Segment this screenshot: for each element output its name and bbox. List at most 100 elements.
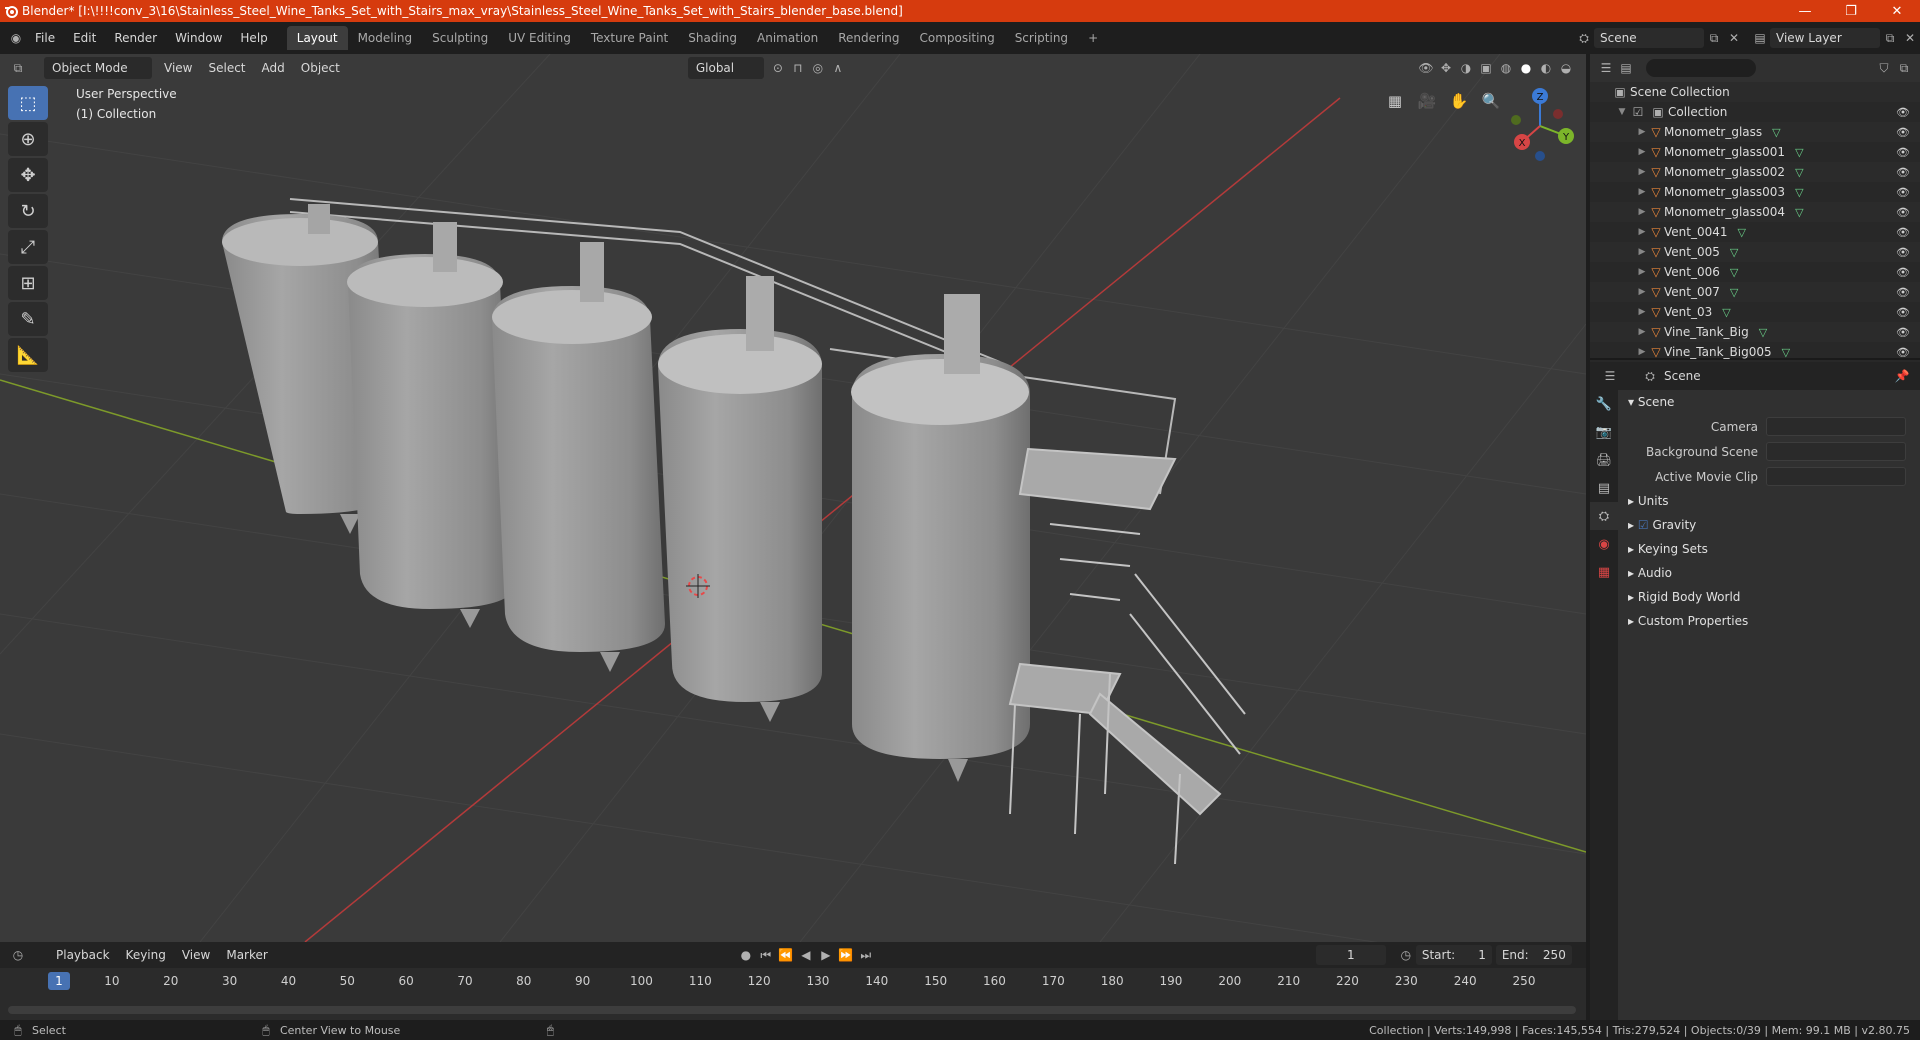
world-tab-icon[interactable]: ◉ <box>1590 530 1618 558</box>
scene-tab-icon[interactable]: ⛭ <box>1590 502 1618 530</box>
preview-range-icon[interactable]: ◷ <box>1396 945 1416 965</box>
outliner-object-row[interactable]: ▶ ▽ Vent_03 ▽ 👁 <box>1590 302 1920 322</box>
annotate-tool-icon[interactable]: ✎ <box>8 302 48 336</box>
select-box-tool-icon[interactable]: ⬚ <box>8 86 48 120</box>
end-frame-field[interactable]: End: 250 <box>1495 945 1572 965</box>
background-scene-field[interactable] <box>1766 442 1906 461</box>
eye-icon[interactable]: 👁 <box>1896 226 1910 239</box>
wireframe-shading-icon[interactable]: ◍ <box>1496 58 1516 78</box>
transform-tool-icon[interactable]: ⊞ <box>8 266 48 300</box>
falloff-icon[interactable]: ∧ <box>828 58 848 78</box>
movie-clip-field[interactable] <box>1766 467 1906 486</box>
pivot-icon[interactable]: ⊙ <box>768 58 788 78</box>
add-workspace-button[interactable]: + <box>1078 26 1108 50</box>
proportional-edit-icon[interactable]: ◎ <box>808 58 828 78</box>
timeline-editor-icon[interactable]: ◷ <box>8 945 28 965</box>
tab-uv-editing[interactable]: UV Editing <box>498 26 581 50</box>
prev-keyframe-icon[interactable]: ⏪ <box>776 945 796 965</box>
navigation-gizmo[interactable]: Z Y X <box>1500 86 1580 166</box>
texture-tab-icon[interactable]: ▦ <box>1590 558 1618 586</box>
move-tool-icon[interactable]: ✥ <box>8 158 48 192</box>
eye-icon[interactable]: 👁 <box>1896 346 1910 359</box>
viewport-menu-add[interactable]: Add <box>254 57 293 79</box>
rotate-tool-icon[interactable]: ↻ <box>8 194 48 228</box>
tab-compositing[interactable]: Compositing <box>909 26 1004 50</box>
menu-window[interactable]: Window <box>166 26 231 50</box>
outliner-object-row[interactable]: ▶ ▽ Vent_005 ▽ 👁 <box>1590 242 1920 262</box>
rigid-body-world-panel[interactable]: ▸ Rigid Body World <box>1618 585 1920 609</box>
blender-menu-icon[interactable]: ◉ <box>6 28 26 48</box>
custom-properties-panel[interactable]: ▸ Custom Properties <box>1618 609 1920 633</box>
xray-icon[interactable]: ▣ <box>1476 58 1496 78</box>
tab-animation[interactable]: Animation <box>747 26 828 50</box>
outliner-object-row[interactable]: ▶ ▽ Monometr_glass002 ▽ 👁 <box>1590 162 1920 182</box>
eye-icon[interactable]: 👁 <box>1896 306 1910 319</box>
eye-icon[interactable]: 👁 <box>1896 166 1910 179</box>
viewport-menu-select[interactable]: Select <box>200 57 253 79</box>
menu-render[interactable]: Render <box>105 26 166 50</box>
tab-texture-paint[interactable]: Texture Paint <box>581 26 678 50</box>
collection-checkbox-icon[interactable]: ☑ <box>1628 102 1648 122</box>
record-icon[interactable]: ● <box>736 945 756 965</box>
tab-rendering[interactable]: Rendering <box>828 26 909 50</box>
audio-panel[interactable]: ▸ Audio <box>1618 561 1920 585</box>
scale-tool-icon[interactable]: ⤢ <box>8 230 48 264</box>
scene-collection-row[interactable]: ▣ Scene Collection <box>1590 82 1920 102</box>
pan-view-icon[interactable]: ✋ <box>1446 88 1472 114</box>
outliner-object-row[interactable]: ▶ ▽ Vent_006 ▽ 👁 <box>1590 262 1920 282</box>
viewport-menu-view[interactable]: View <box>156 57 200 79</box>
outliner-object-row[interactable]: ▶ ▽ Vent_0041 ▽ 👁 <box>1590 222 1920 242</box>
pin-icon[interactable]: 📌 <box>1892 366 1912 386</box>
scene-selector[interactable]: Scene <box>1594 28 1704 48</box>
timeline-menu-view[interactable]: View <box>174 944 218 966</box>
start-frame-field[interactable]: Start: 1 <box>1415 945 1492 965</box>
tab-shading[interactable]: Shading <box>678 26 747 50</box>
view-layer-selector[interactable]: View Layer <box>1770 28 1880 48</box>
play-reverse-icon[interactable]: ◀ <box>796 945 816 965</box>
eye-icon[interactable]: 👁 <box>1896 146 1910 159</box>
jump-start-icon[interactable]: ⏮ <box>756 945 776 965</box>
editor-type-icon[interactable]: ⧉ <box>8 58 28 78</box>
outliner-object-row[interactable]: ▶ ▽ Vine_Tank_Big ▽ 👁 <box>1590 322 1920 342</box>
scene-panel-header[interactable]: ▾ Scene <box>1618 390 1920 414</box>
eye-icon[interactable]: 👁 <box>1896 186 1910 199</box>
delete-scene-icon[interactable]: ✕ <box>1724 28 1744 48</box>
timeline-ruler[interactable]: 1102030405060708090100110120130140150160… <box>0 972 1586 994</box>
tab-modeling[interactable]: Modeling <box>348 26 423 50</box>
view-layer-tab-icon[interactable]: ▤ <box>1590 474 1618 502</box>
overlay-toggle-icon[interactable]: ◑ <box>1456 58 1476 78</box>
outliner-object-row[interactable]: ▶ ▽ Monometr_glass003 ▽ 👁 <box>1590 182 1920 202</box>
gravity-panel[interactable]: ▸ ☑ Gravity <box>1618 513 1920 537</box>
solid-shading-icon[interactable]: ● <box>1516 58 1536 78</box>
filter-icon[interactable]: ⛉ <box>1874 58 1894 78</box>
timeline-menu-marker[interactable]: Marker <box>218 944 275 966</box>
display-mode-icon[interactable]: ▤ <box>1616 58 1636 78</box>
camera-field[interactable] <box>1766 417 1906 436</box>
new-viewlayer-icon[interactable]: ⧉ <box>1880 28 1900 48</box>
timeline-scrollbar[interactable] <box>8 1006 1576 1014</box>
eye-icon[interactable]: 👁 <box>1896 286 1910 299</box>
new-collection-icon[interactable]: ⧉ <box>1894 58 1914 78</box>
new-scene-icon[interactable]: ⧉ <box>1704 28 1724 48</box>
eye-icon[interactable]: 👁 <box>1896 106 1910 119</box>
3d-viewport[interactable] <box>0 54 1586 942</box>
playhead[interactable]: 1 <box>48 972 70 990</box>
outliner-object-row[interactable]: ▶ ▽ Monometr_glass ▽ 👁 <box>1590 122 1920 142</box>
keying-sets-panel[interactable]: ▸ Keying Sets <box>1618 537 1920 561</box>
tool-tab-icon[interactable]: 🔧 <box>1590 390 1618 418</box>
eye-icon[interactable]: 👁 <box>1896 206 1910 219</box>
cursor-tool-icon[interactable]: ⊕ <box>8 122 48 156</box>
gravity-checkbox[interactable]: ☑ <box>1638 518 1649 532</box>
outliner-object-row[interactable]: ▶ ▽ Monometr_glass004 ▽ 👁 <box>1590 202 1920 222</box>
rendered-shading-icon[interactable]: ◒ <box>1556 58 1576 78</box>
units-panel[interactable]: ▸ Units <box>1618 489 1920 513</box>
render-tab-icon[interactable]: 📷 <box>1590 418 1618 446</box>
timeline-menu-keying[interactable]: Keying <box>118 944 174 966</box>
next-keyframe-icon[interactable]: ⏩ <box>836 945 856 965</box>
tab-scripting[interactable]: Scripting <box>1005 26 1078 50</box>
collection-row[interactable]: ▼ ☑ ▣ Collection 👁 <box>1590 102 1920 122</box>
snap-icon[interactable]: ⊓ <box>788 58 808 78</box>
outliner-editor-icon[interactable]: ☰ <box>1596 58 1616 78</box>
material-shading-icon[interactable]: ◐ <box>1536 58 1556 78</box>
delete-viewlayer-icon[interactable]: ✕ <box>1900 28 1920 48</box>
